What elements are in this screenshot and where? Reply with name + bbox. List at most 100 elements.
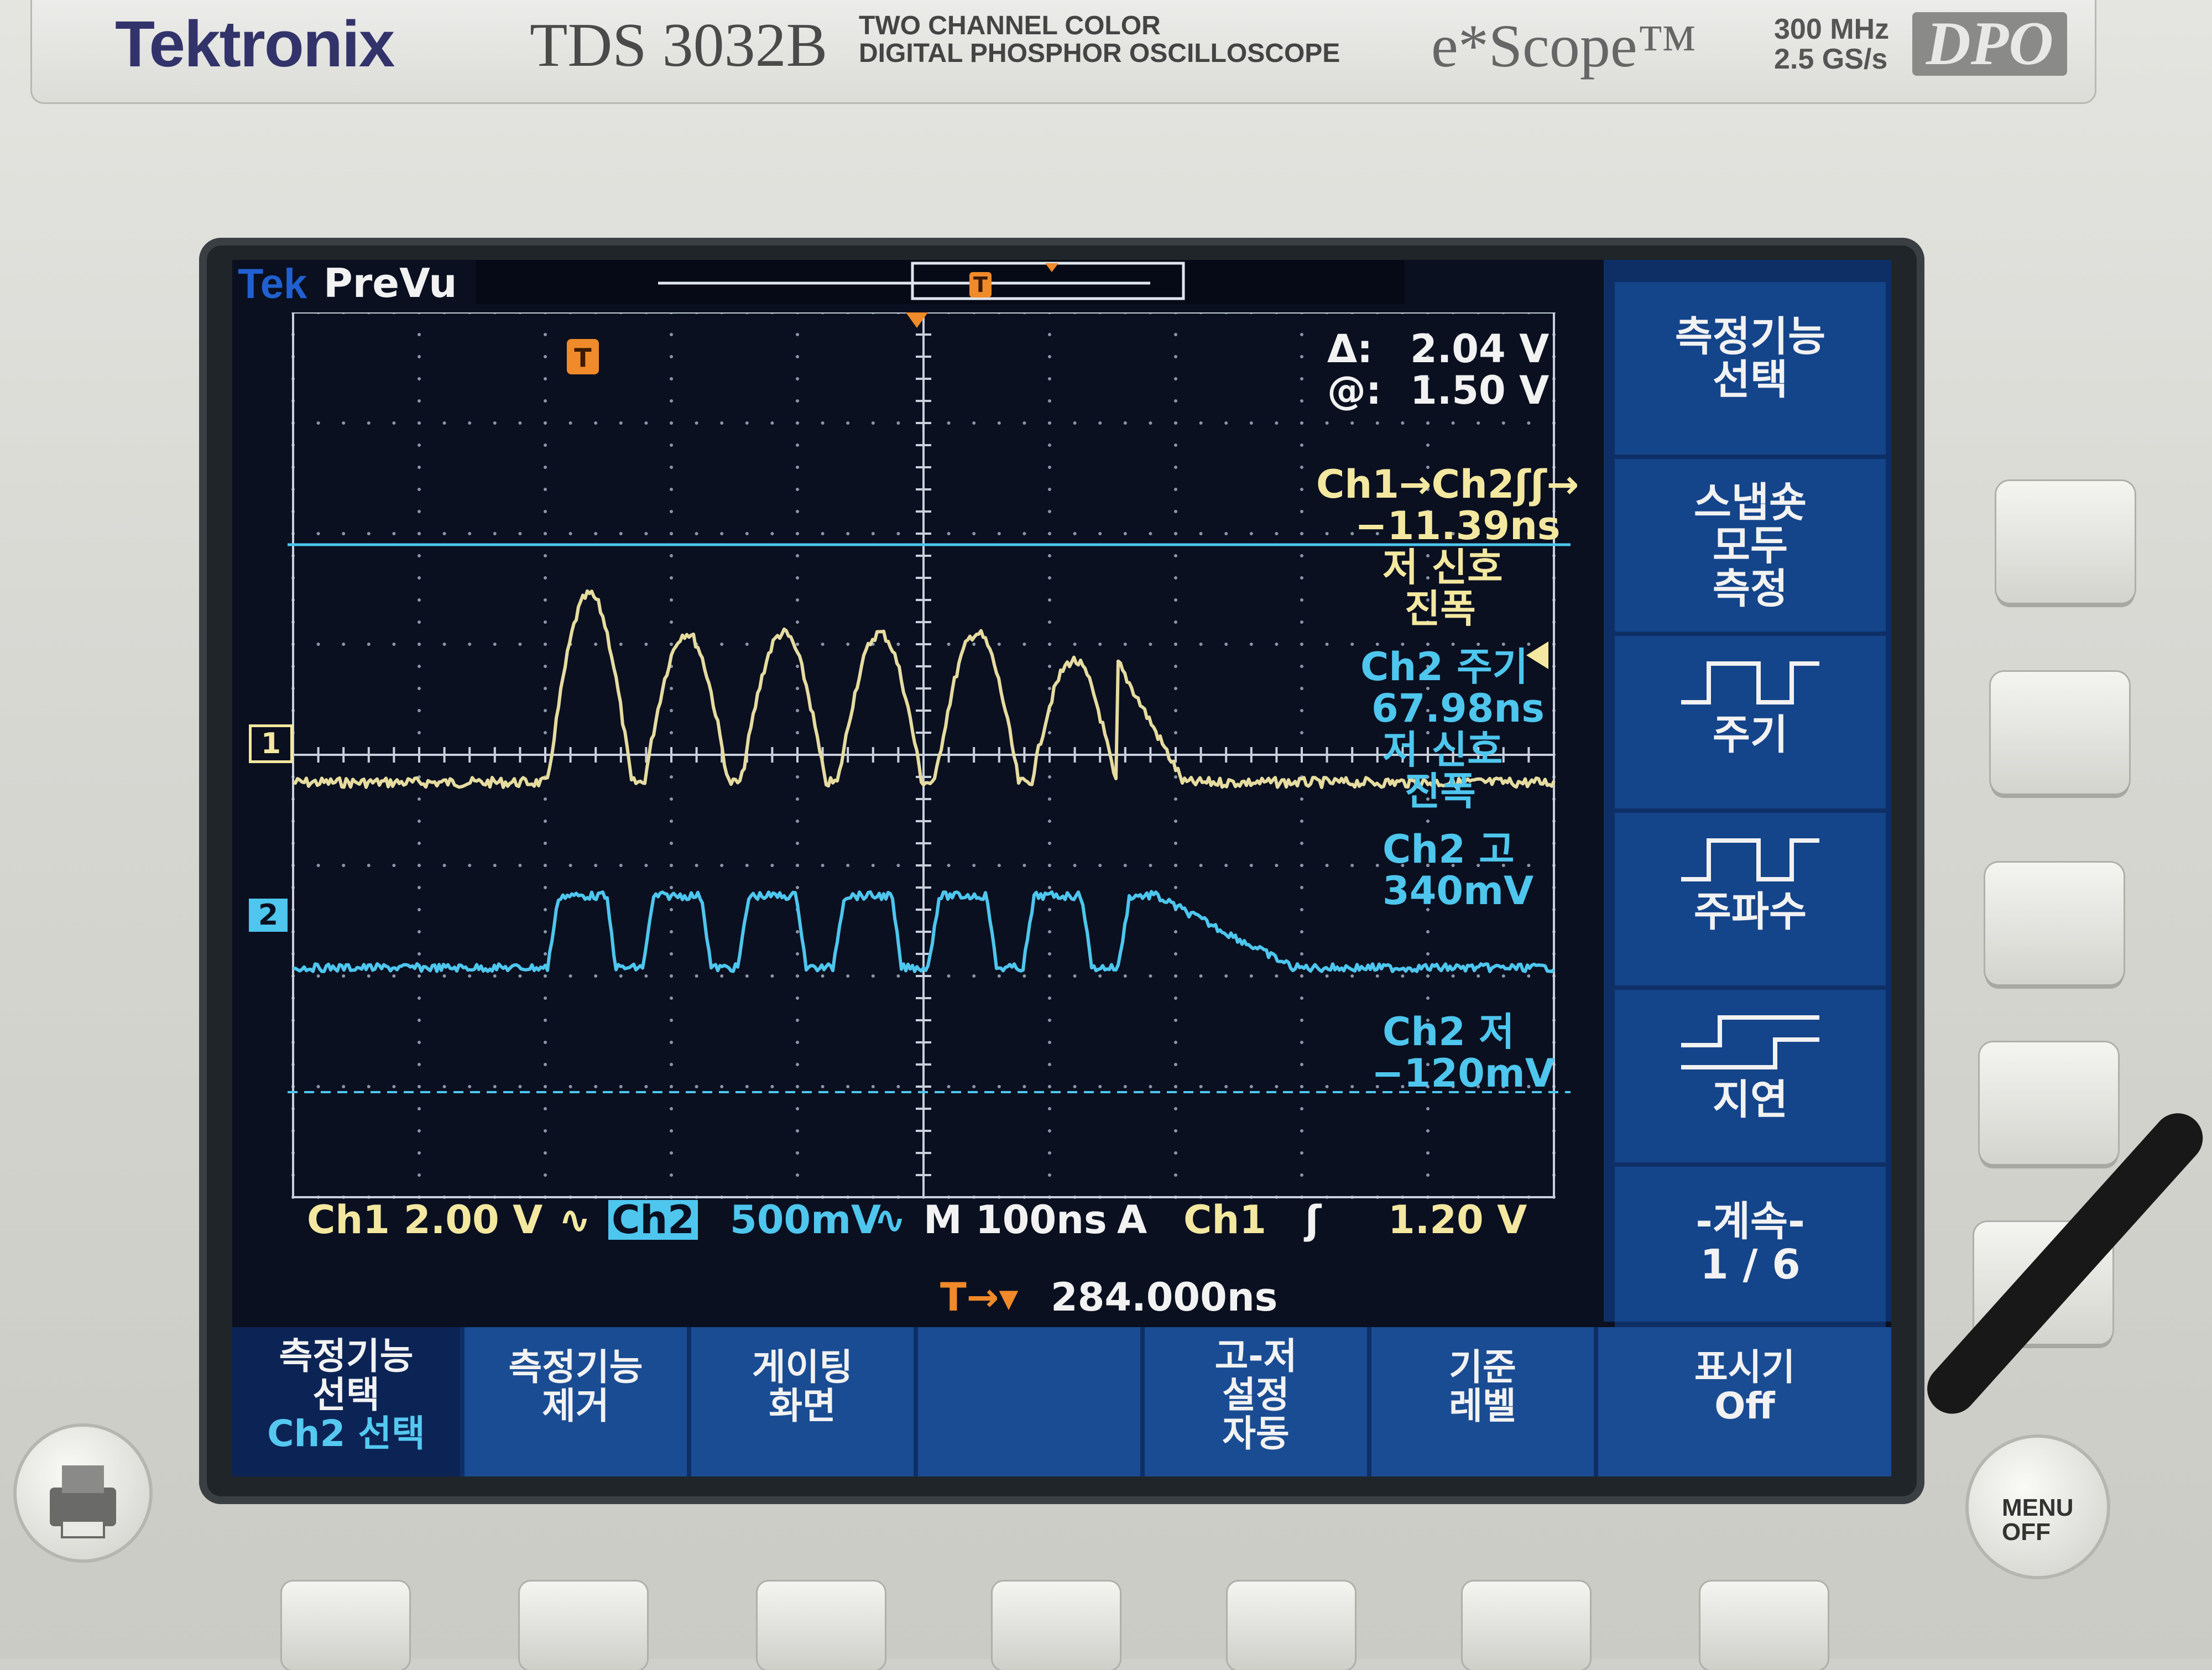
side-bezel-button-2[interactable]	[1991, 672, 2129, 794]
dpo-badge: DPO	[1912, 12, 2067, 76]
menu-off-button[interactable]: MENU OFF	[1969, 1438, 2107, 1576]
trigger-position-marker	[1045, 263, 1058, 272]
bottom-menu-label: 자동	[1222, 1412, 1290, 1455]
bottom-menu-label: 레벨	[1449, 1385, 1516, 1427]
side-bezel-button-3[interactable]	[1985, 863, 2124, 984]
bottom-menu-label: 고-저	[1214, 1335, 1297, 1377]
side-bezel-button-4[interactable]	[1980, 1042, 2118, 1164]
side-menu-label: 지연	[1712, 1076, 1788, 1124]
bottom-menu-reference-levels[interactable]: 기준 레벨	[1371, 1327, 1598, 1476]
bottom-menu-select-measurement[interactable]: 측정기능 선택 Ch2 선택	[232, 1327, 465, 1476]
trigger-point-letter: T	[574, 343, 592, 373]
measurement-low-label: Ch2 저	[1383, 1009, 1515, 1055]
model-subtitle: TWO CHANNEL COLOR DIGITAL PHOSPHOR OSCIL…	[859, 12, 1340, 67]
ch1-ground-marker: 1	[249, 724, 293, 763]
measurement-period-note-1: 저 신호	[1383, 727, 1503, 773]
oscilloscope-screen: Tek PreVu T T Δ: 2.04 V @: 1.50 V Ch1→Ch…	[232, 260, 1891, 1476]
bottom-menu-label: 제거	[542, 1385, 609, 1427]
side-menu-label: 스냅숏	[1693, 479, 1807, 526]
measurement-delay-note-1: 저 신호	[1383, 545, 1503, 590]
bottom-menu: 측정기능 선택 Ch2 선택 측정기능 제거 게이팅 화면 고-저 설정 자동 …	[232, 1327, 1891, 1476]
side-menu-label: 주파수	[1693, 888, 1807, 936]
ch1-scale-value: 2.00 V	[404, 1197, 543, 1243]
cursor-delta-value: 2.04 V	[1410, 326, 1550, 372]
ch2-coupling: ∿	[874, 1197, 906, 1243]
side-bezel-button-1[interactable]	[1996, 481, 2135, 603]
trigger-position-label: T→▾	[940, 1275, 1019, 1320]
bottom-menu-label: 측정기능	[279, 1335, 414, 1377]
measurement-delay-note-2: 진폭	[1405, 586, 1476, 632]
bottom-bezel-button-5[interactable]	[1228, 1582, 1355, 1670]
brand-bar: Tektronix TDS 3032B TWO CHANNEL COLOR DI…	[30, 0, 2096, 104]
bottom-bezel-button-3[interactable]	[758, 1582, 885, 1670]
delay-icon	[1681, 1015, 1819, 1069]
trigger-level: 1.20 V	[1388, 1197, 1527, 1243]
sample-rate: 2.5 GS/s	[1774, 43, 1888, 75]
measurement-low-value: −120mV	[1371, 1051, 1555, 1096]
bottom-menu-label: Off	[1714, 1385, 1775, 1427]
bottom-menu-label: 표시기	[1694, 1346, 1796, 1389]
ch2-ground-marker: 2	[249, 899, 288, 932]
bottom-menu-indicators[interactable]: 표시기 Off	[1598, 1327, 1891, 1476]
cursor-at-value: 1.50 V	[1410, 368, 1550, 413]
bottom-bezel-button-2[interactable]	[520, 1582, 647, 1670]
side-menu-frequency[interactable]: 주파수	[1615, 813, 1886, 991]
bottom-menu-high-low-setup[interactable]: 고-저 설정 자동	[1145, 1327, 1371, 1476]
timebase: M 100ns	[924, 1197, 1107, 1243]
ch2-scale-label: Ch2	[608, 1200, 698, 1240]
bottom-menu-label: 화면	[769, 1385, 836, 1427]
record-view-bar: T	[476, 260, 1405, 304]
bottom-bezel-button-7[interactable]	[1700, 1582, 1828, 1670]
record-trigger-letter: T	[973, 273, 988, 297]
bottom-bezel-button-4[interactable]	[993, 1582, 1120, 1670]
hardcopy-button[interactable]	[17, 1427, 149, 1559]
measurement-period-note-2: 진폭	[1405, 769, 1476, 814]
side-menu-label: 모두	[1712, 522, 1788, 570]
side-menu-label: 주기	[1712, 711, 1788, 759]
bottom-menu-label: 게이팅	[752, 1346, 853, 1389]
subtitle-line-1: TWO CHANNEL COLOR	[859, 11, 1161, 40]
bottom-bezel-button-1[interactable]	[282, 1582, 409, 1670]
bottom-menu-label: 기준	[1449, 1346, 1516, 1389]
measurement-delay-label: Ch1→Ch2ʃʃ→	[1316, 462, 1579, 507]
record-view-graphic: T	[658, 262, 1185, 300]
acquisition-mode: PreVu	[324, 260, 457, 306]
frequency-icon	[1681, 838, 1819, 881]
subtitle-line-2: DIGITAL PHOSPHOR OSCILLOSCOPE	[859, 39, 1340, 68]
bandwidth: 300 MHz	[1774, 13, 1890, 45]
trigger-mode: A	[1117, 1197, 1147, 1243]
bottom-menu-selected-value: Ch2 선택	[267, 1412, 425, 1455]
side-menu-delay[interactable]: 지연	[1615, 990, 1886, 1168]
period-icon	[1681, 661, 1819, 704]
trigger-slope: ʃ	[1305, 1197, 1322, 1243]
side-menu-label: 측정기능	[1674, 313, 1826, 361]
bottom-bezel-button-6[interactable]	[1463, 1582, 1590, 1670]
side-menu-more[interactable]: -계속- 1 / 6	[1615, 1167, 1886, 1327]
measurement-period-value: 67.98ns	[1371, 686, 1545, 731]
measurement-high-label: Ch2 고	[1383, 827, 1515, 872]
bottom-menu-label: 측정기능	[508, 1346, 643, 1389]
bottom-menu-remove-measurement[interactable]: 측정기능 제거	[465, 1327, 691, 1476]
graticule	[291, 311, 1556, 1199]
side-menu: 측정기능 선택 스냅숏 모두 측정 주기 주파수 지연 -계속- 1 / 6	[1604, 260, 1891, 1327]
tek-label: Tek	[238, 260, 307, 307]
side-menu-label: -계속-	[1695, 1198, 1805, 1245]
model-name: TDS 3032B	[530, 11, 828, 80]
graticule-area: T Δ: 2.04 V @: 1.50 V Ch1→Ch2ʃʃ→ −11.39n…	[288, 311, 1579, 1330]
trigger-source: Ch1	[1183, 1197, 1266, 1243]
bottom-menu-gating[interactable]: 게이팅 화면	[691, 1327, 918, 1476]
trigger-point-icon: T	[567, 339, 599, 374]
side-menu-select-measurement[interactable]: 측정기능 선택	[1615, 282, 1886, 460]
measurement-period-label: Ch2 주기	[1360, 644, 1528, 690]
bottom-menu-empty[interactable]	[918, 1327, 1145, 1476]
side-menu-period[interactable]: 주기	[1615, 636, 1886, 814]
bottom-menu-label: 설정	[1222, 1374, 1290, 1416]
ch1-scale-label: Ch1	[307, 1197, 390, 1243]
measurement-high-value: 340mV	[1383, 868, 1534, 914]
cursor-delta-label: Δ:	[1327, 326, 1373, 372]
side-menu-snapshot-all[interactable]: 스냅숏 모두 측정	[1615, 459, 1886, 637]
escope-label: e*Scope™	[1431, 12, 1697, 80]
ch2-scale-value: 500mV	[730, 1197, 881, 1243]
bottom-menu-label: 선택	[312, 1374, 380, 1416]
side-menu-label: 선택	[1712, 356, 1788, 404]
